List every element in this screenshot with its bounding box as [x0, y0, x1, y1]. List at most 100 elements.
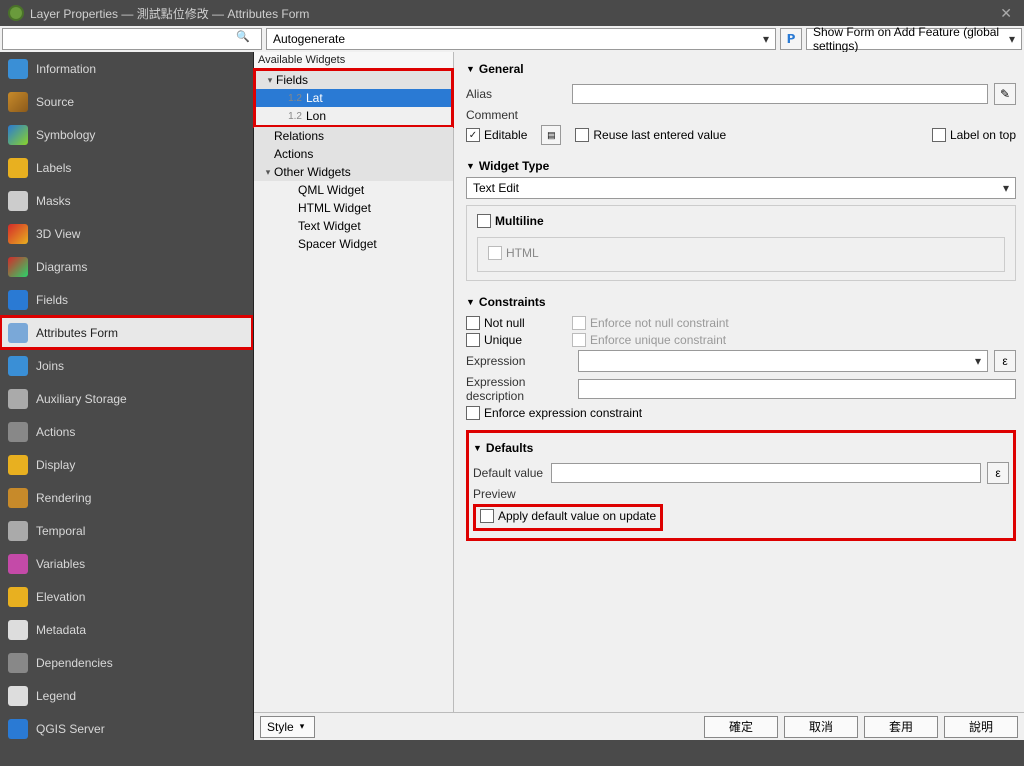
sidebar-item-information[interactable]: Information	[0, 52, 253, 85]
elevation-icon	[8, 587, 28, 607]
attr-form-icon	[8, 323, 28, 343]
search-input[interactable]	[3, 29, 261, 49]
window-title: Layer Properties — 測試點位修改 — Attributes F…	[30, 5, 996, 22]
sidebar-item-fields[interactable]: Fields	[0, 283, 253, 316]
show-form-combo[interactable]: Show Form on Add Feature (global setting…	[806, 28, 1022, 50]
widget-tree: Available Widgets ▾ Fields 1.2 Lat 1.2	[254, 52, 454, 712]
sidebar-item-display[interactable]: Display	[0, 448, 253, 481]
sidebar-item-source[interactable]: Source	[0, 85, 253, 118]
form-mode-combo[interactable]: Autogenerate ▾	[266, 28, 776, 50]
apply-button[interactable]: 套用	[864, 716, 938, 738]
ok-button[interactable]: 確定	[704, 716, 778, 738]
sidebar-item-label: Masks	[36, 194, 71, 208]
close-icon[interactable]: ✕	[996, 5, 1016, 22]
sidebar-item-attributes-form[interactable]: Attributes Form	[0, 316, 253, 349]
field-type: 1.2	[282, 93, 302, 104]
sidebar-item-legend[interactable]: Legend	[0, 679, 253, 712]
sidebar-item-elevation[interactable]: Elevation	[0, 580, 253, 613]
expand-icon: ▾	[264, 75, 276, 86]
comment-label: Comment	[466, 108, 566, 122]
checkbox-icon	[466, 128, 480, 142]
sidebar-item-3d-view[interactable]: 3D View	[0, 217, 253, 250]
tree-field-lon[interactable]: 1.2 Lon	[256, 107, 451, 125]
widget-type-combo[interactable]: Text Edit ▾	[466, 177, 1016, 199]
deps-icon	[8, 653, 28, 673]
expression-combo[interactable]: ▾	[578, 350, 988, 372]
tree-cat-relations[interactable]: Relations	[254, 127, 453, 145]
reuse-checkbox[interactable]: Reuse last entered value	[575, 128, 726, 142]
sidebar-item-actions[interactable]: Actions	[0, 415, 253, 448]
default-value-input[interactable]	[551, 463, 981, 483]
tree-other-spacer[interactable]: Spacer Widget	[254, 235, 453, 253]
expr-desc-label: Expression description	[466, 375, 572, 403]
tree-header: Available Widgets	[254, 52, 453, 69]
sidebar-item-variables[interactable]: Variables	[0, 547, 253, 580]
tree-other-qml[interactable]: QML Widget	[254, 181, 453, 199]
sidebar-item-labels[interactable]: Labels	[0, 151, 253, 184]
sidebar-item-auxiliary-storage[interactable]: Auxiliary Storage	[0, 382, 253, 415]
unique-checkbox[interactable]: Unique	[466, 333, 566, 347]
chevron-down-icon: ▼	[473, 443, 482, 453]
pencil-icon: ✎	[1000, 87, 1010, 101]
tree-cat-fields[interactable]: ▾ Fields	[256, 71, 451, 89]
section-defaults-header[interactable]: ▼Defaults	[473, 437, 1009, 459]
symbology-icon	[8, 125, 28, 145]
sidebar-item-dependencies[interactable]: Dependencies	[0, 646, 253, 679]
sidebar-item-symbology[interactable]: Symbology	[0, 118, 253, 151]
chevron-down-icon: ▾	[300, 721, 305, 732]
section-constraints-header[interactable]: ▼Constraints	[466, 291, 1016, 313]
tree-cat-label: Other Widgets	[274, 165, 449, 179]
section-general-header[interactable]: ▼General	[466, 58, 1016, 80]
tree-other-html[interactable]: HTML Widget	[254, 199, 453, 217]
sidebar-item-diagrams[interactable]: Diagrams	[0, 250, 253, 283]
help-button[interactable]: 說明	[944, 716, 1018, 738]
style-button[interactable]: Style ▾	[260, 716, 315, 738]
search-input-wrap	[2, 28, 262, 50]
masks-icon	[8, 191, 28, 211]
enforce-expr-checkbox[interactable]: Enforce expression constraint	[466, 406, 642, 420]
checkbox-icon	[466, 316, 480, 330]
sidebar-item-temporal[interactable]: Temporal	[0, 514, 253, 547]
tree-other-text[interactable]: Text Widget	[254, 217, 453, 235]
apply-on-update-checkbox[interactable]: Apply default value on update	[480, 509, 656, 523]
tree-cat-other[interactable]: ▾ Other Widgets	[254, 163, 453, 181]
expr-desc-input[interactable]	[578, 379, 1016, 399]
cancel-button[interactable]: 取消	[784, 716, 858, 738]
data-defined-button[interactable]: ▤	[541, 125, 561, 145]
checkbox-icon	[466, 406, 480, 420]
alias-input[interactable]	[572, 84, 988, 104]
tree-cat-actions[interactable]: Actions	[254, 145, 453, 163]
notnull-checkbox[interactable]: Not null	[466, 316, 566, 330]
epsilon-icon: ε	[995, 466, 1000, 480]
aux-icon	[8, 389, 28, 409]
checkbox-icon	[932, 128, 946, 142]
sidebar-item-metadata[interactable]: Metadata	[0, 613, 253, 646]
default-expression-button[interactable]: ε	[987, 462, 1009, 484]
edit-alias-button[interactable]: ✎	[994, 83, 1016, 105]
sidebar-item-joins[interactable]: Joins	[0, 349, 253, 382]
epsilon-icon: ε	[1002, 354, 1007, 368]
bottom-bar: Style ▾ 確定 取消 套用 說明	[254, 712, 1024, 740]
sidebar-item-label: Variables	[36, 557, 85, 571]
tree-field-lat[interactable]: 1.2 Lat	[256, 89, 451, 107]
section-widget-header[interactable]: ▼Widget Type	[466, 155, 1016, 177]
sidebar-item-label: Dependencies	[36, 656, 113, 670]
sidebar-item-label: Labels	[36, 161, 71, 175]
field-name: Lat	[306, 91, 447, 105]
editable-checkbox[interactable]: Editable	[466, 128, 527, 142]
expression-builder-button[interactable]: ε	[994, 350, 1016, 372]
checkbox-icon	[575, 128, 589, 142]
sidebar-item-masks[interactable]: Masks	[0, 184, 253, 217]
enforce-notnull-checkbox: Enforce not null constraint	[572, 316, 729, 330]
python-button[interactable]: 𝗣	[780, 28, 802, 50]
sidebar-item-qgis-server[interactable]: QGIS Server	[0, 712, 253, 740]
multiline-checkbox[interactable]: Multiline	[477, 214, 544, 228]
chevron-down-icon: ▾	[1005, 32, 1019, 46]
form-panel: ▼General Alias ✎ Comment Editable ▤ Reus…	[454, 52, 1024, 712]
sidebar-item-label: Elevation	[36, 590, 85, 604]
info-icon	[8, 59, 28, 79]
expand-icon: ▾	[262, 167, 274, 178]
sidebar-item-label: Rendering	[36, 491, 91, 505]
labelontop-checkbox[interactable]: Label on top	[932, 128, 1016, 142]
sidebar-item-rendering[interactable]: Rendering	[0, 481, 253, 514]
